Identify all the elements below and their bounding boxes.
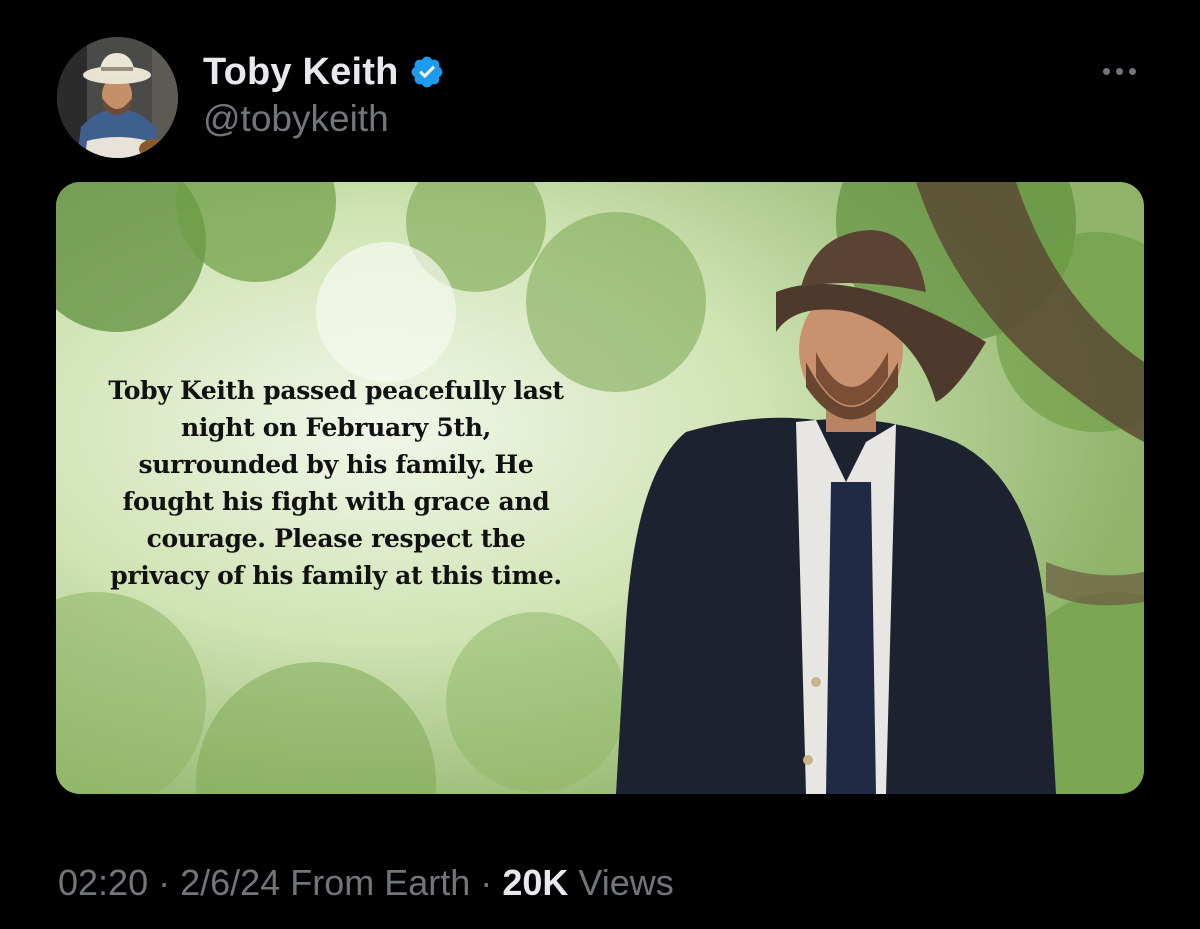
more-dot xyxy=(1102,67,1110,75)
author-handle[interactable]: @tobykeith xyxy=(203,98,389,140)
post-meta: 02:20 · 2/6/24 From Earth · 20K Views xyxy=(58,862,674,904)
meta-separator: · xyxy=(158,862,171,903)
author-name-row: Toby Keith xyxy=(203,46,445,98)
author-display-name[interactable]: Toby Keith xyxy=(203,51,399,94)
post-source: From Earth xyxy=(290,862,471,903)
post-image[interactable]: Toby Keith passed peacefully last night … xyxy=(56,182,1144,794)
more-options-icon[interactable] xyxy=(1094,58,1144,84)
avatar-photo xyxy=(57,37,178,158)
post-time[interactable]: 02:20 xyxy=(58,862,148,903)
verified-badge-icon xyxy=(409,54,445,90)
avatar[interactable] xyxy=(57,37,178,158)
views-label: Views xyxy=(578,862,674,903)
post-date[interactable]: 2/6/24 xyxy=(180,862,280,903)
meta-separator: · xyxy=(480,862,493,903)
views-count[interactable]: 20K xyxy=(502,862,568,903)
more-dot xyxy=(1128,67,1136,75)
more-dot xyxy=(1115,67,1123,75)
image-caption-text: Toby Keith passed peacefully last night … xyxy=(108,376,564,590)
